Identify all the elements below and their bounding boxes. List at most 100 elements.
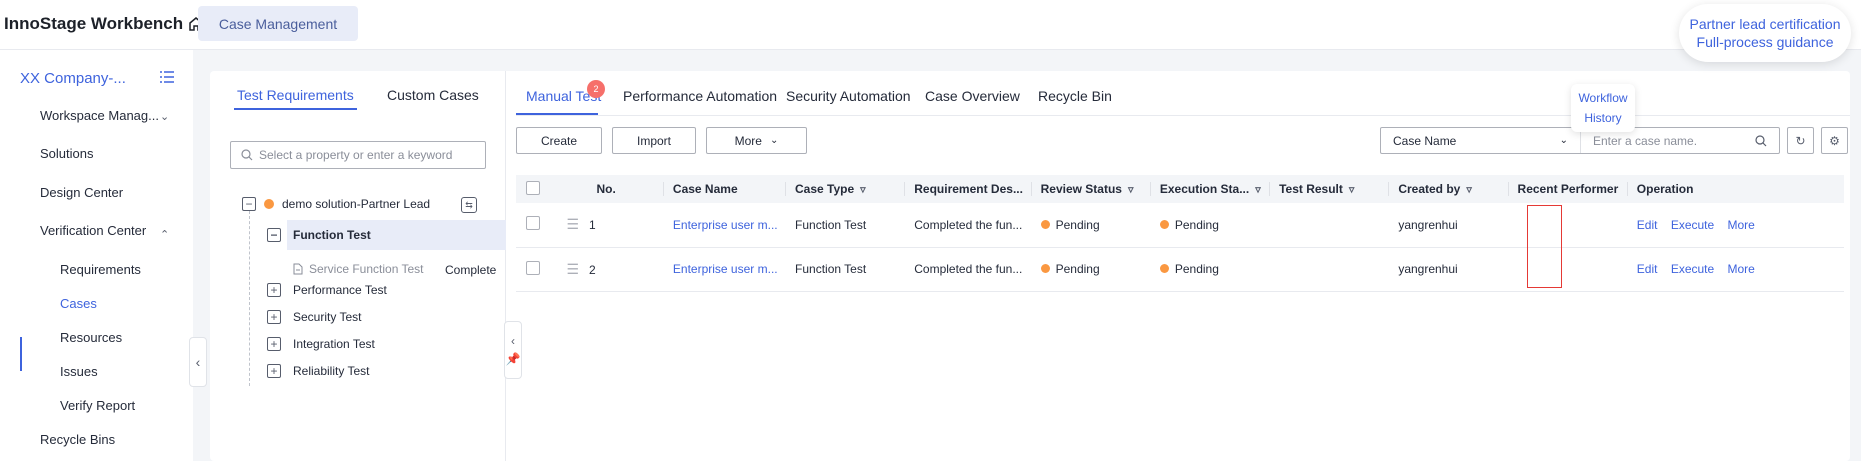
app-brand[interactable]: InnoStage Workbench <box>4 14 205 34</box>
guide-pill[interactable]: Partner lead certification Full-process … <box>1679 4 1851 62</box>
document-icon <box>293 263 303 275</box>
expand-icon[interactable]: + <box>267 364 281 378</box>
tree-search-input[interactable]: Select a property or enter a keyword <box>230 141 486 169</box>
filter-icon[interactable]: ▿ <box>1128 184 1134 196</box>
top-bar: InnoStage Workbench Case Management <box>0 0 1861 50</box>
sidebar: XX Company-... Workspace Manag... ⌄ Solu… <box>0 50 193 461</box>
tree-root[interactable]: − demo solution-Partner Lead <box>242 197 430 211</box>
search-icon[interactable] <box>1755 134 1767 147</box>
filter-icon[interactable]: ▿ <box>1255 184 1261 196</box>
drag-handle-icon[interactable]: ☰ <box>566 216 579 232</box>
expand-icon[interactable]: + <box>267 337 281 351</box>
workflow-history-button[interactable]: Workflow History <box>1571 84 1635 132</box>
filter-icon[interactable]: ▿ <box>860 184 866 196</box>
review-status: Pending <box>1040 218 1100 232</box>
sidebar-collapse-button[interactable]: ‹ <box>189 337 207 387</box>
list-icon[interactable] <box>160 71 174 86</box>
tree-node-label: Reliability Test <box>293 364 370 378</box>
case-name-link[interactable]: Enterprise user m... <box>673 262 778 276</box>
filter-icon[interactable]: ▿ <box>1466 184 1472 196</box>
guide-line-2: Full-process guidance <box>1696 34 1834 50</box>
table-row[interactable]: ☰ 2 Enterprise user m... Function Test Co… <box>516 247 1844 292</box>
tab-custom-cases[interactable]: Custom Cases <box>387 87 479 103</box>
tab-security-automation[interactable]: Security Automation <box>786 88 911 104</box>
tab-recycle-bin[interactable]: Recycle Bin <box>1038 88 1112 104</box>
tree-node-performance-test[interactable]: + Performance Test <box>267 283 387 297</box>
tree-node-integration-test[interactable]: + Integration Test <box>267 337 375 351</box>
row-checkbox[interactable] <box>526 260 540 275</box>
tree-leaf-label: Service Function Test <box>309 262 424 276</box>
table-row[interactable]: ☰ 1 Enterprise user m... Function Test Co… <box>516 203 1844 248</box>
select-all-checkbox[interactable] <box>526 180 540 195</box>
filter-field-value: Case Name <box>1393 133 1457 148</box>
company-selector[interactable]: XX Company-... <box>20 70 126 87</box>
tree-leaf-status: Complete <box>445 263 497 277</box>
tree-node-security-test[interactable]: + Security Test <box>267 310 361 324</box>
more-link[interactable]: More <box>1728 218 1755 232</box>
create-button[interactable]: Create <box>516 127 602 154</box>
more-link[interactable]: More <box>1728 262 1755 276</box>
expand-icon[interactable]: + <box>267 310 281 324</box>
sidebar-item-cases[interactable]: Cases <box>60 296 97 311</box>
execute-link[interactable]: Execute <box>1671 262 1714 276</box>
chevron-left-icon: ‹ <box>511 334 515 348</box>
tab-case-management[interactable]: Case Management <box>198 6 358 41</box>
expand-icon[interactable]: + <box>267 283 281 297</box>
requirement-desc: Completed the fun... <box>904 247 1031 292</box>
case-name-link[interactable]: Enterprise user m... <box>673 218 778 232</box>
cases-table: No. Case Name Case Type ▿ Requirement Des… <box>516 175 1844 292</box>
swap-icon[interactable]: ⇆ <box>461 197 477 213</box>
drag-handle-icon[interactable]: ☰ <box>566 261 579 277</box>
sidebar-item-design-center[interactable]: Design Center <box>40 185 123 200</box>
col-review-status[interactable]: Review Status ▿ <box>1030 175 1150 203</box>
case-name-input[interactable]: Enter a case name. <box>1581 134 1779 148</box>
tab-performance-automation[interactable]: Performance Automation <box>623 88 777 104</box>
sidebar-item-verification-center[interactable]: Verification Center <box>40 223 146 238</box>
tree-node-label: Performance Test <box>293 283 387 297</box>
sidebar-item-requirements[interactable]: Requirements <box>60 262 141 277</box>
pin-icon[interactable]: 📌 <box>506 352 521 366</box>
tree-node-label: Function Test <box>293 228 371 242</box>
row-number: 1 <box>589 218 596 233</box>
col-requirement[interactable]: Requirement Des... <box>904 175 1031 203</box>
tree-leaf-service-function-test[interactable]: Service Function Test <box>293 262 424 276</box>
sidebar-item-recycle-bins[interactable]: Recycle Bins <box>40 432 115 447</box>
chevron-up-icon[interactable]: ⌃ <box>160 228 169 241</box>
test-result <box>1269 247 1389 292</box>
pending-dot <box>1040 264 1050 274</box>
search-icon <box>241 149 253 161</box>
tree-node-reliability-test[interactable]: + Reliability Test <box>267 364 369 378</box>
collapse-icon[interactable]: − <box>242 197 256 211</box>
col-recent-performer[interactable]: Recent Performer <box>1507 175 1627 203</box>
col-execution-status[interactable]: Execution Sta... ▿ <box>1149 175 1270 203</box>
sidebar-item-solutions[interactable]: Solutions <box>40 146 93 161</box>
col-created-by[interactable]: Created by ▿ <box>1388 175 1508 203</box>
import-button[interactable]: Import <box>612 127 696 154</box>
sidebar-item-issues[interactable]: Issues <box>60 364 98 379</box>
execute-link[interactable]: Execute <box>1671 218 1714 232</box>
panel-collapse-handle[interactable]: ‹ 📌 <box>504 321 522 379</box>
tree-node-function-test[interactable]: − Function Test <box>267 228 371 242</box>
filter-field-select[interactable]: Case Name ⌄ <box>1381 128 1581 153</box>
filter-icon[interactable]: ▿ <box>1349 184 1355 196</box>
refresh-icon[interactable]: ↻ <box>1787 127 1814 154</box>
pending-dot <box>1040 220 1050 229</box>
more-button[interactable]: More ⌄ <box>706 127 807 154</box>
col-case-type[interactable]: Case Type ▿ <box>785 175 905 203</box>
col-test-result[interactable]: Test Result ▿ <box>1269 175 1389 203</box>
col-case-name[interactable]: Case Name <box>662 175 786 203</box>
tab-case-overview[interactable]: Case Overview <box>925 88 1020 104</box>
sidebar-item-verify-report[interactable]: Verify Report <box>60 398 135 413</box>
edit-link[interactable]: Edit <box>1637 262 1658 276</box>
chevron-down-icon[interactable]: ⌄ <box>160 110 169 123</box>
collapse-icon[interactable]: − <box>267 228 281 242</box>
settings-icon[interactable]: ⚙ <box>1821 127 1848 154</box>
sidebar-item-workspace[interactable]: Workspace Manag... <box>40 108 159 123</box>
chevron-down-icon: ⌄ <box>769 135 779 146</box>
app-title: InnoStage Workbench <box>4 14 184 33</box>
cases-panel: Manual Test 2 Performance Automation Sec… <box>516 71 1850 461</box>
sidebar-item-resources[interactable]: Resources <box>60 330 122 345</box>
edit-link[interactable]: Edit <box>1637 218 1658 232</box>
row-checkbox[interactable] <box>526 216 540 231</box>
tab-test-requirements[interactable]: Test Requirements <box>237 87 354 103</box>
